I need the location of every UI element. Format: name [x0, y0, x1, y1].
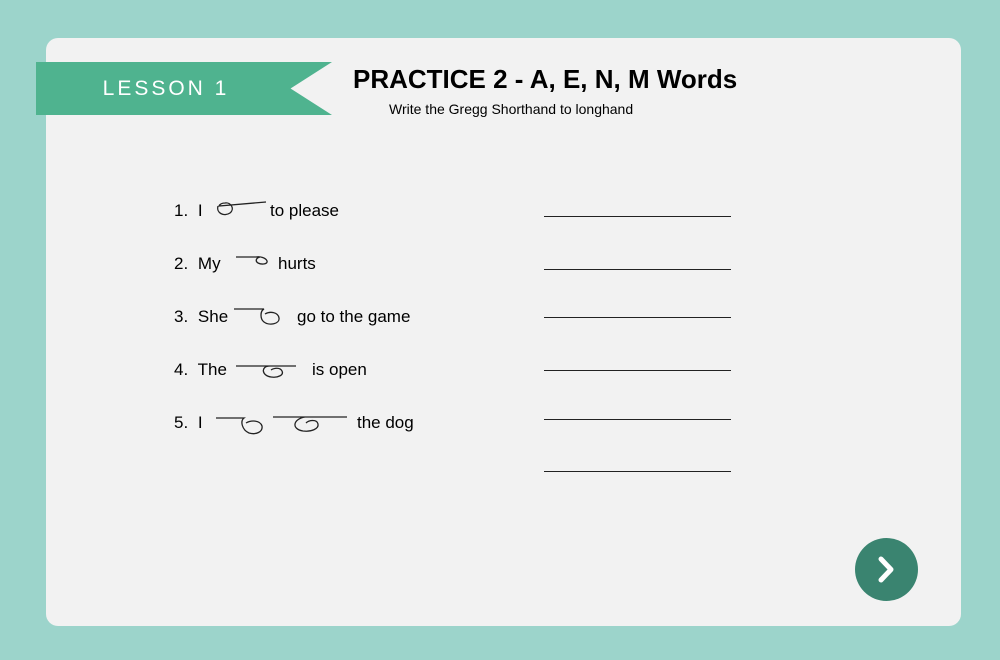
- shorthand-outline-icon: [217, 201, 267, 216]
- lesson-card: [46, 38, 961, 626]
- item-text-before: 1. I: [174, 201, 203, 220]
- item-text-after: to please: [270, 201, 339, 220]
- lesson-label: LESSON 1: [102, 77, 230, 100]
- shorthand-outline-icon: [273, 416, 347, 432]
- answer-line-6[interactable]: [544, 471, 731, 472]
- answer-line-4[interactable]: [544, 370, 731, 371]
- answer-line-3[interactable]: [544, 317, 731, 318]
- shorthand-outline-icon: [236, 365, 296, 378]
- item-text-before: 5. I: [174, 413, 203, 432]
- item-text-after: hurts: [278, 254, 316, 273]
- answer-line-2[interactable]: [544, 269, 731, 270]
- shorthand-outline-icon: [234, 308, 280, 325]
- item-text-before: 2. My: [174, 254, 221, 273]
- shorthand-outline-icon: [216, 417, 263, 435]
- page-title: PRACTICE 2 - A, E, N, M Words: [353, 64, 738, 94]
- item-text-after: is open: [312, 360, 367, 379]
- item-text-after: go to the game: [297, 307, 411, 326]
- item-text-before: 3. She: [174, 307, 229, 326]
- answer-line-5[interactable]: [544, 419, 731, 420]
- answer-line-1[interactable]: [544, 216, 731, 217]
- chevron-right-icon: [878, 556, 894, 583]
- shorthand-outline-icon: [236, 256, 268, 265]
- next-button[interactable]: [855, 538, 918, 601]
- item-text-after: the dog: [357, 413, 414, 432]
- page-subtitle: Write the Gregg Shorthand to longhand: [389, 101, 634, 117]
- item-text-before: 4. The: [174, 360, 227, 379]
